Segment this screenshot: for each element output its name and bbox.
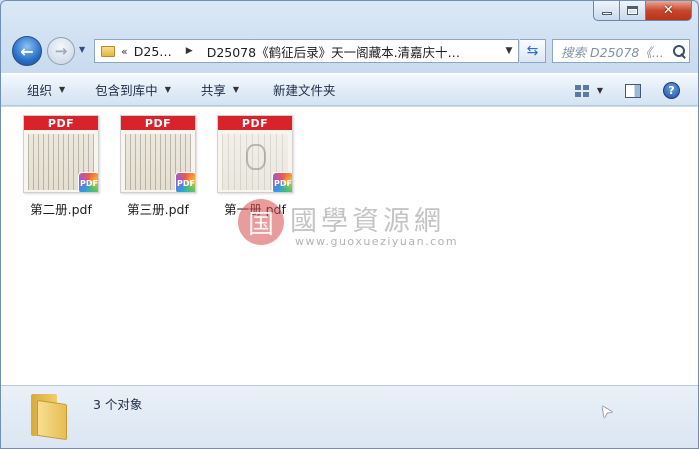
pdf-thumbnail: PDF PDF: [217, 115, 293, 193]
chevron-down-icon: ▼: [505, 46, 513, 56]
file-item[interactable]: PDF PDF 第二册.pdf: [17, 115, 105, 218]
chevron-down-icon: ▼: [59, 85, 66, 94]
views-icon[interactable]: [574, 84, 589, 97]
pdf-band: PDF: [218, 116, 292, 130]
back-button[interactable]: ←: [12, 36, 42, 66]
include-in-library-button[interactable]: 包含到库中 ▼: [87, 78, 179, 102]
details-pane: 3 个对象 ➤: [1, 385, 698, 448]
forward-button[interactable]: →: [47, 37, 75, 65]
file-list[interactable]: PDF PDF 第二册.pdf PDF PDF 第三册.pdf PDF PDF …: [1, 107, 698, 385]
address-overflow[interactable]: «: [121, 45, 128, 58]
refresh-button[interactable]: ⇆: [520, 39, 546, 63]
seal-mark: [246, 144, 266, 170]
views-dropdown-icon[interactable]: ▼: [597, 86, 603, 95]
recent-pages-button[interactable]: ▼: [79, 45, 91, 57]
search-icon[interactable]: [673, 44, 686, 58]
minimize-button[interactable]: [593, 1, 620, 21]
include-library-label: 包含到库中: [95, 83, 158, 98]
maximize-button[interactable]: [620, 1, 646, 21]
close-icon: ✕: [663, 3, 674, 18]
mouse-cursor-icon: ➤: [593, 400, 617, 423]
chevron-down-icon: ▼: [164, 85, 171, 94]
refresh-icon: ⇆: [526, 43, 539, 59]
address-bar[interactable]: « D25… ▶ D25078《鹤征后录》天一阁藏本.清嘉庆十… ▼: [94, 39, 519, 63]
command-bar: 组织 ▼ 包含到库中 ▼ 共享 ▼ 新建文件夹 ▼ ?: [1, 73, 698, 106]
pdf-app-icon: PDF: [175, 172, 195, 192]
minimize-icon: [601, 11, 612, 15]
caption-buttons: ✕: [593, 1, 692, 21]
close-button[interactable]: ✕: [646, 1, 692, 21]
new-folder-button[interactable]: 新建文件夹: [265, 78, 344, 102]
toolbar-right: ▼ ?: [574, 74, 698, 107]
chevron-down-icon: ▼: [232, 85, 240, 94]
watermark-title: 國學資源網: [290, 206, 445, 237]
help-icon[interactable]: ?: [663, 82, 680, 99]
pdf-thumbnail: PDF PDF: [23, 115, 99, 193]
file-name[interactable]: 第二册.pdf: [30, 199, 92, 218]
preview-pane-icon[interactable]: [625, 83, 641, 98]
breadcrumb-segment-current[interactable]: D25078《鹤征后录》天一阁藏本.清嘉庆十…: [207, 42, 460, 61]
pdf-app-icon: PDF: [78, 172, 98, 192]
breadcrumb-separator-icon[interactable]: ▶: [186, 46, 193, 56]
pdf-band: PDF: [24, 116, 98, 130]
pdf-thumbnail: PDF PDF: [120, 115, 196, 193]
chevron-down-icon: ▼: [79, 45, 86, 54]
watermark-logo: 国: [238, 199, 284, 245]
organize-label: 组织: [27, 83, 53, 98]
organize-button[interactable]: 组织 ▼: [19, 78, 73, 102]
watermark-url: www.guoxueziyuan.com: [295, 235, 459, 248]
share-label: 共享: [200, 83, 226, 98]
forward-arrow-icon: →: [54, 42, 68, 60]
address-dropdown-button[interactable]: ▼: [500, 40, 518, 62]
maximize-icon: [627, 6, 638, 15]
file-name[interactable]: 第三册.pdf: [127, 199, 189, 218]
breadcrumb-segment[interactable]: D25…: [134, 44, 172, 59]
file-item[interactable]: PDF PDF 第三册.pdf: [114, 115, 202, 218]
folder-icon: [101, 45, 115, 57]
pdf-band: PDF: [121, 116, 195, 130]
pdf-app-icon: PDF: [272, 172, 292, 192]
new-folder-label: 新建文件夹: [273, 83, 336, 98]
back-arrow-icon: ←: [20, 41, 34, 61]
share-button[interactable]: 共享 ▼: [193, 78, 247, 102]
item-count: 3 个对象: [93, 397, 143, 412]
search-box[interactable]: 搜索 D25078《...: [552, 39, 690, 63]
folder-icon: [29, 392, 69, 441]
search-input[interactable]: 搜索 D25078《...: [561, 42, 669, 61]
explorer-window: ✕ ← → ▼ « D25… ▶ D25078《鹤征后录》天一阁藏本.清嘉庆十……: [0, 0, 699, 449]
